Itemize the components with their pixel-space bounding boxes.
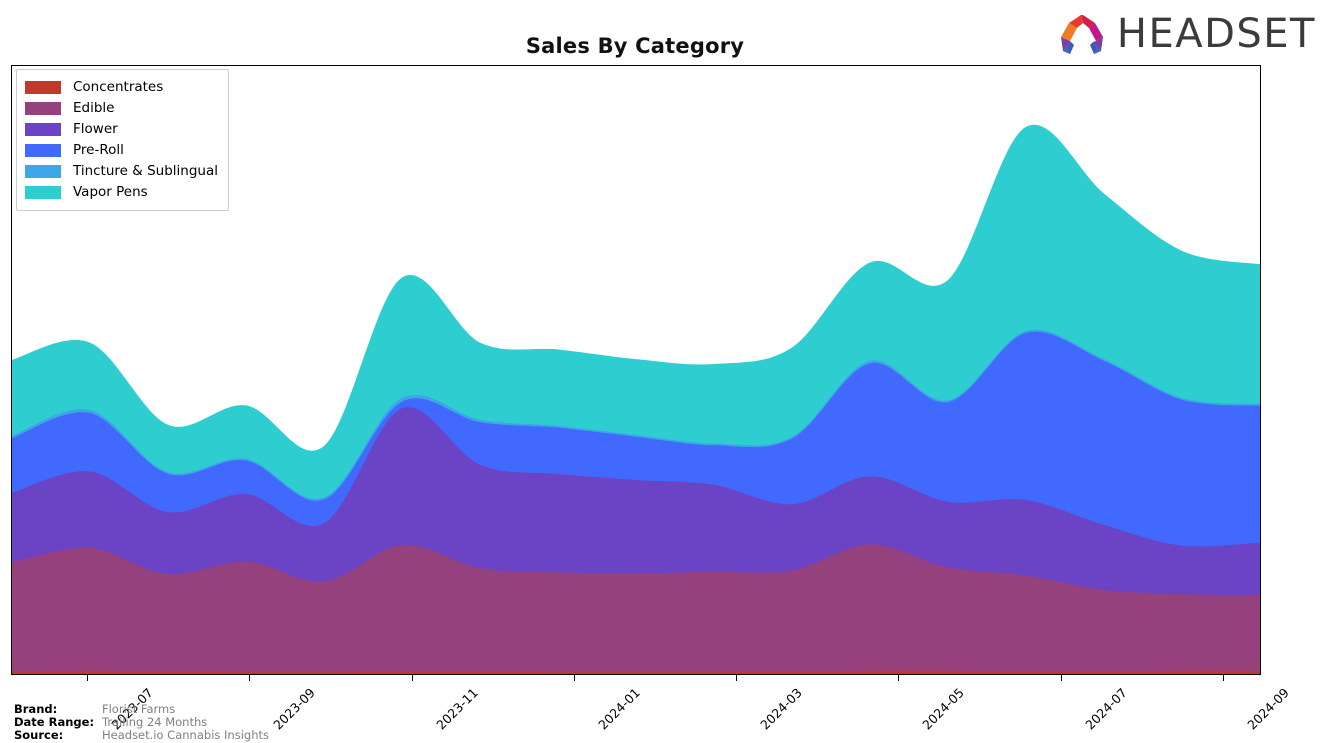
legend-swatch-concentrates	[25, 81, 61, 94]
legend-item-concentrates[interactable]: Concentrates	[25, 77, 218, 98]
headset-logo: HEADSET	[1057, 8, 1316, 60]
headset-logo-mark	[1060, 15, 1103, 54]
x-tick-mark	[1223, 675, 1224, 681]
x-tick-mark	[87, 675, 88, 681]
headset-logo-text: HEADSET	[1116, 11, 1316, 57]
x-tick-label: 2024-07	[1082, 685, 1130, 733]
legend-swatch-flower	[25, 123, 61, 136]
x-tick-mark	[412, 675, 413, 681]
x-tick-mark	[736, 675, 737, 681]
legend-label-pre-roll: Pre-Roll	[73, 141, 124, 158]
x-tick-label: 2023-09	[270, 685, 318, 733]
x-tick-mark	[1061, 675, 1062, 681]
x-tick-label: 2024-03	[757, 685, 805, 733]
x-tick-mark	[574, 675, 575, 681]
x-tick-label: 2024-01	[595, 685, 643, 733]
legend-label-vapor-pens: Vapor Pens	[73, 183, 148, 200]
legend-label-edible: Edible	[73, 99, 115, 116]
footer-label-source: Source:	[14, 728, 64, 742]
legend-swatch-pre-roll	[25, 144, 61, 157]
legend-item-flower[interactable]: Flower	[25, 119, 218, 140]
legend-swatch-edible	[25, 102, 61, 115]
x-tick-label: 2023-11	[433, 685, 481, 733]
legend-label-concentrates: Concentrates	[73, 78, 164, 95]
footer-value-source: Headset.io Cannabis Insights	[102, 728, 269, 742]
chart-page: Sales By Category HEADSET Concentrates E…	[0, 0, 1324, 743]
chart-legend: Concentrates Edible Flower Pre-Roll Tinc…	[16, 69, 229, 211]
legend-item-edible[interactable]: Edible	[25, 98, 218, 119]
legend-swatch-tincture-sublingual	[25, 165, 61, 178]
legend-item-tincture-sublingual[interactable]: Tincture & Sublingual	[25, 161, 218, 182]
x-tick-label: 2024-09	[1244, 685, 1292, 733]
legend-swatch-vapor-pens	[25, 186, 61, 199]
legend-item-vapor-pens[interactable]: Vapor Pens	[25, 182, 218, 203]
x-tick-label: 2024-05	[919, 685, 967, 733]
legend-item-pre-roll[interactable]: Pre-Roll	[25, 140, 218, 161]
legend-label-flower: Flower	[73, 120, 118, 137]
x-tick-mark	[898, 675, 899, 681]
x-tick-mark	[249, 675, 250, 681]
chart-header: Sales By Category HEADSET	[0, 0, 1324, 72]
legend-label-tincture-sublingual: Tincture & Sublingual	[73, 162, 218, 179]
